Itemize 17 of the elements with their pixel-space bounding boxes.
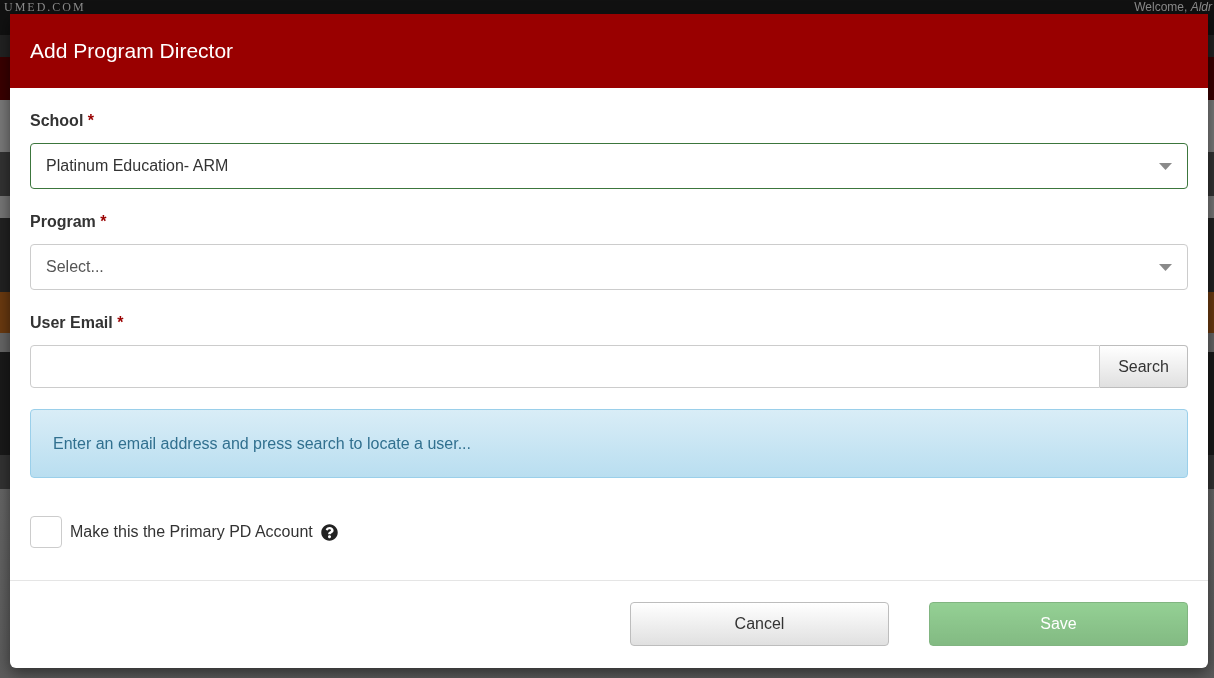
cancel-button[interactable]: Cancel	[630, 602, 889, 646]
welcome-text: Welcome, Aldr	[1134, 0, 1212, 14]
site-logo: UMED.COM	[4, 0, 86, 14]
dropdown-field[interactable]: Platinum Education- ARM	[30, 143, 1188, 189]
checkbox-label: Make this the Primary PD Account	[70, 522, 313, 542]
help-icon[interactable]	[320, 523, 338, 541]
field-label: School *	[30, 111, 96, 131]
info-alert: Enter an email address and press search to locate a user...	[30, 409, 1188, 478]
email-input[interactable]	[30, 345, 1100, 388]
checkbox[interactable]	[30, 516, 62, 548]
field-label: Program *	[30, 212, 108, 232]
dialog-title: Add Program Director	[30, 38, 234, 64]
field-label: User Email *	[30, 313, 125, 333]
caret-down-icon	[1159, 263, 1172, 271]
search-button[interactable]: Search	[1100, 345, 1188, 388]
caret-down-icon	[1159, 162, 1172, 170]
dropdown-field[interactable]: Select...	[30, 244, 1188, 290]
